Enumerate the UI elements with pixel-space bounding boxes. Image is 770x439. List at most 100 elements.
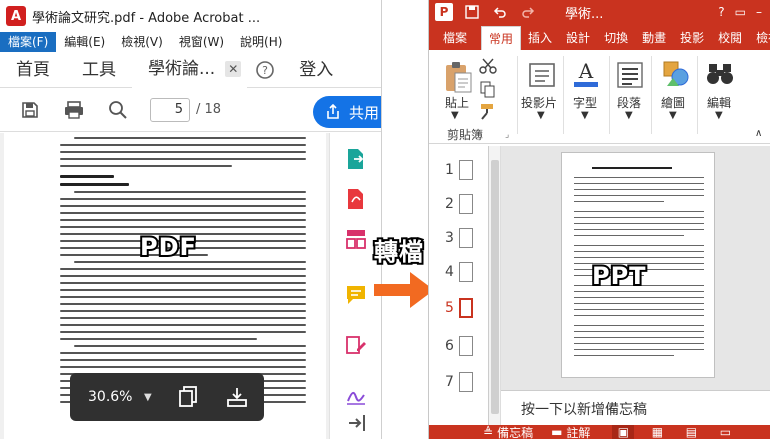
ribbon-separator (517, 56, 518, 134)
slide-thumbnail-selected[interactable]: 5 (429, 294, 489, 326)
paste-icon[interactable] (443, 60, 473, 94)
tab-insert[interactable]: 插入 (521, 26, 559, 50)
copy-icon[interactable] (479, 80, 497, 98)
ppt-window-controls: ? ▭ – (718, 5, 770, 19)
paste-label[interactable]: 貼上 (445, 94, 469, 111)
acrobat-window-title: 學術論文研究.pdf - Adobe Acrobat ... (32, 10, 261, 26)
comment-icon[interactable] (344, 283, 368, 307)
tab-document[interactable]: 學術論... ✕ (132, 51, 248, 88)
chevron-down-icon[interactable]: ▼ (537, 110, 545, 121)
create-pdf-icon[interactable] (344, 187, 368, 211)
tab-design[interactable]: 設計 (559, 26, 597, 50)
chevron-down-icon[interactable]: ▼ (625, 110, 633, 121)
edit-pdf-icon[interactable] (344, 333, 368, 357)
chevron-down-icon[interactable]: ▼ (669, 110, 677, 121)
print-icon[interactable] (62, 98, 86, 122)
notes-icon: ≜ (483, 425, 494, 439)
chevron-down-icon[interactable]: ▼ (451, 110, 459, 121)
menu-view[interactable]: 檢視(V) (113, 32, 171, 52)
slide-thumbnail[interactable]: 1 (429, 156, 489, 188)
help-icon[interactable]: ? (247, 52, 283, 88)
slide-thumbnail[interactable]: 3 (429, 224, 489, 256)
tab-document-label: 學術論... (148, 58, 216, 79)
ppt-status-bar: ≜ 備忘稿 ▬ 註解 ▣ ▦ ▤ ▭ (429, 425, 770, 439)
editing-label[interactable]: 編輯 (707, 94, 731, 111)
menu-edit[interactable]: 編輯(E) (56, 32, 113, 52)
search-icon[interactable] (106, 98, 130, 122)
undo-icon[interactable] (491, 3, 509, 21)
redo-icon[interactable] (519, 3, 537, 21)
scrollbar-thumb[interactable] (491, 160, 499, 414)
slide-number: 1 (445, 162, 454, 178)
collapse-ribbon-icon[interactable]: ∧ (755, 128, 762, 139)
notes-input[interactable]: 按一下以新增備忘稿 (501, 390, 770, 425)
paragraph-label[interactable]: 段落 (617, 94, 641, 111)
dialog-launcher-icon[interactable]: ⌟ (505, 130, 509, 140)
save-icon[interactable] (18, 98, 42, 122)
normal-view-icon[interactable]: ▣ (612, 425, 635, 439)
binoculars-icon[interactable] (705, 60, 735, 88)
help-icon[interactable]: ? (718, 5, 724, 19)
ribbon-display-icon[interactable]: ▭ (735, 5, 746, 19)
page-view-icon[interactable] (178, 385, 200, 409)
slide-thumbnail-image (459, 262, 473, 282)
acrobat-logo-icon: A (6, 6, 26, 26)
export-pdf-icon[interactable] (344, 147, 368, 171)
comment-icon: ▬ (551, 425, 563, 439)
zoom-value[interactable]: 30.6% (70, 389, 152, 405)
slide-thumbnail-image (459, 336, 473, 356)
tab-transitions[interactable]: 切換 (597, 26, 635, 50)
menu-file[interactable]: 檔案(F) (0, 32, 57, 52)
tab-home[interactable]: 首頁 (0, 52, 66, 88)
slide-thumbnail-image (459, 228, 473, 248)
reading-view-icon[interactable]: ▤ (680, 425, 702, 439)
drawing-label[interactable]: 繪圖 (661, 94, 685, 111)
slide-thumbnail[interactable]: 2 (429, 190, 489, 222)
notes-toggle[interactable]: ≜ 備忘稿 (483, 425, 533, 439)
slide-number: 7 (445, 374, 454, 390)
clipboard-group-label: 剪貼簿 (447, 128, 484, 142)
paragraph-icon[interactable] (615, 60, 645, 90)
format-painter-icon[interactable] (479, 102, 497, 120)
slide-thumbnail-pane: 1 2 3 4 5 6 7 (429, 146, 489, 425)
slide-thumbnail[interactable]: 6 (429, 332, 489, 364)
font-icon[interactable]: A (571, 58, 601, 90)
ppt-ribbon-tabs: 檔案 常用 插入 設計 切換 動畫 投影 校閱 檢視 (429, 24, 770, 50)
tab-tools[interactable]: 工具 (66, 52, 132, 88)
minimize-icon[interactable]: – (756, 5, 762, 19)
comments-toggle[interactable]: ▬ 註解 (551, 425, 590, 439)
tab-view[interactable]: 檢視 (749, 26, 770, 50)
tab-signin[interactable]: 登入 (283, 52, 349, 88)
slide-sorter-icon[interactable]: ▦ (646, 425, 668, 439)
collapse-pane-icon[interactable] (344, 411, 368, 435)
slide-thumbnail[interactable]: 7 (429, 368, 489, 400)
slideshow-icon[interactable]: ▭ (714, 425, 736, 439)
chevron-down-icon[interactable]: ▼ (715, 110, 723, 121)
tab-file[interactable]: 檔案 (429, 26, 482, 50)
svg-text:A: A (578, 59, 594, 83)
fill-sign-icon[interactable] (344, 383, 368, 407)
chevron-down-icon[interactable]: ▼ (144, 392, 152, 403)
share-button[interactable]: 共用 (313, 96, 381, 128)
slides-label[interactable]: 投影片 (521, 94, 557, 111)
thumbnail-scrollbar[interactable] (489, 146, 501, 425)
tab-slideshow[interactable]: 投影 (673, 26, 711, 50)
close-icon[interactable]: ✕ (225, 60, 242, 77)
cut-icon[interactable] (479, 58, 497, 74)
tab-review[interactable]: 校閱 (711, 26, 749, 50)
page-number-input[interactable]: 5 (150, 97, 190, 122)
slides-icon[interactable] (527, 60, 557, 90)
slide-number: 6 (445, 338, 454, 354)
slide-thumbnail[interactable]: 4 (429, 258, 489, 290)
menu-help[interactable]: 說明(H) (232, 32, 290, 52)
tab-animations[interactable]: 動畫 (635, 26, 673, 50)
chevron-down-icon[interactable]: ▼ (581, 110, 589, 121)
organize-pages-icon[interactable] (344, 227, 368, 251)
download-icon[interactable] (226, 386, 248, 408)
slide-number: 2 (445, 196, 454, 212)
drawing-shapes-icon[interactable] (661, 58, 691, 90)
font-label[interactable]: 字型 (573, 94, 597, 111)
save-icon[interactable] (463, 3, 481, 21)
menu-window[interactable]: 視窗(W) (171, 32, 232, 52)
tab-home[interactable]: 常用 (481, 26, 522, 50)
